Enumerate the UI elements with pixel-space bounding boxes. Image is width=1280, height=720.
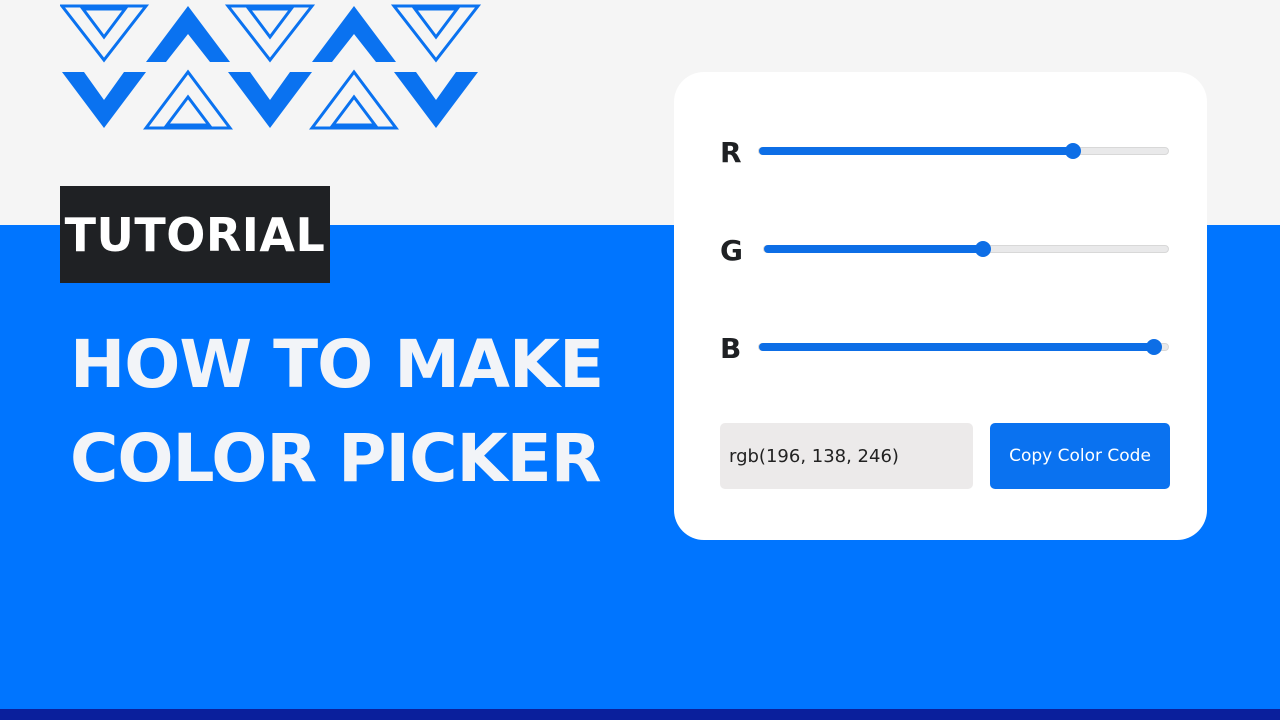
copy-color-code-button[interactable]: Copy Color Code bbox=[990, 423, 1170, 489]
slider-g[interactable] bbox=[763, 241, 1169, 257]
slider-b-fill bbox=[759, 343, 1154, 351]
slider-g-fill bbox=[764, 245, 983, 253]
slider-b-thumb[interactable] bbox=[1146, 339, 1162, 355]
headline-line-1: HOW TO MAKE bbox=[70, 326, 604, 403]
slider-b[interactable] bbox=[758, 339, 1169, 355]
slider-row-r: R bbox=[674, 132, 1207, 172]
headline: HOW TO MAKE COLOR PICKER bbox=[70, 318, 630, 506]
tutorial-badge: TUTORIAL bbox=[60, 186, 330, 283]
slider-row-g: G bbox=[674, 230, 1207, 270]
chevron-pattern-icon bbox=[60, 4, 482, 130]
slider-r-fill bbox=[759, 147, 1073, 155]
chevron-row-bottom bbox=[62, 69, 478, 130]
slider-label-g: G bbox=[720, 234, 743, 267]
slider-label-r: R bbox=[720, 136, 742, 169]
headline-line-2: COLOR PICKER bbox=[70, 420, 602, 497]
color-code-field[interactable]: rgb(196, 138, 246) bbox=[720, 423, 973, 489]
tutorial-badge-text: TUTORIAL bbox=[64, 207, 326, 262]
bottom-strip bbox=[0, 709, 1280, 720]
slider-row-b: B bbox=[674, 328, 1207, 368]
slider-r[interactable] bbox=[758, 143, 1169, 159]
color-picker-card: R G B rgb(196, 138, 246) Copy Color Code bbox=[674, 72, 1207, 540]
slider-r-thumb[interactable] bbox=[1065, 143, 1081, 159]
slider-g-thumb[interactable] bbox=[975, 241, 991, 257]
chevron-row-top bbox=[60, 4, 482, 63]
slider-label-b: B bbox=[720, 332, 742, 365]
